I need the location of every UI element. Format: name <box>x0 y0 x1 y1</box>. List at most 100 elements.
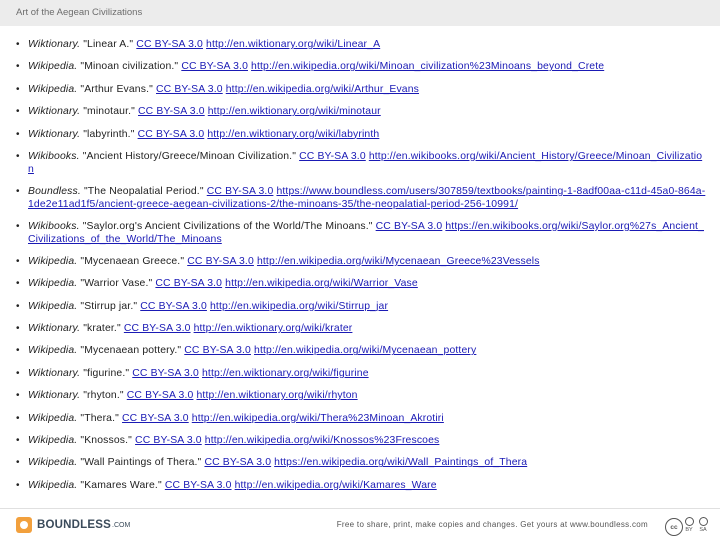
reference-item: Wikipedia. "Wall Paintings of Thera." CC… <box>14 457 706 470</box>
reference-url-link[interactable]: http://en.wikipedia.org/wiki/Thera%23Min… <box>192 413 444 424</box>
reference-source: Wikibooks. <box>28 150 80 162</box>
share-alike-icon: SA <box>698 517 708 533</box>
reference-item: Wikipedia. "Mycenaean Greece." CC BY-SA … <box>14 256 706 269</box>
reference-title: "Arthur Evans." <box>77 83 156 95</box>
reference-item: Wiktionary. "figurine." CC BY-SA 3.0 htt… <box>14 368 706 381</box>
slide-title: Art of the Aegean Civilizations <box>16 7 143 18</box>
reference-url-link[interactable]: https://en.wikipedia.org/wiki/Wall_Paint… <box>274 457 527 468</box>
reference-source: Wikipedia. <box>28 345 78 357</box>
reference-url-link[interactable]: http://en.wiktionary.org/wiki/figurine <box>202 368 369 379</box>
reference-url-link[interactable]: http://en.wiktionary.org/wiki/Linear_A <box>206 39 380 50</box>
attribution-icon: BY <box>684 517 694 533</box>
reference-url-link[interactable]: http://en.wikipedia.org/wiki/Mycenaean_G… <box>257 256 540 267</box>
license-link[interactable]: CC BY-SA 3.0 <box>155 278 222 289</box>
reference-url-link[interactable]: http://en.wiktionary.org/wiki/krater <box>194 323 353 334</box>
reference-url-link[interactable]: http://en.wikipedia.org/wiki/Kamares_War… <box>235 480 437 491</box>
reference-title: "rhyton." <box>80 390 127 402</box>
reference-source: Wikipedia. <box>28 61 78 73</box>
reference-url-link[interactable]: http://en.wikipedia.org/wiki/Minoan_civi… <box>251 61 604 72</box>
reference-url-link[interactable]: http://en.wikipedia.org/wiki/Arthur_Evan… <box>226 84 419 95</box>
license-link[interactable]: CC BY-SA 3.0 <box>132 368 199 379</box>
reference-title: "minotaur." <box>80 106 139 118</box>
reference-title: "Thera." <box>77 412 123 424</box>
creative-commons-icon[interactable]: cc <box>665 518 683 536</box>
license-link[interactable]: CC BY-SA 3.0 <box>124 323 191 334</box>
reference-source: Wiktionary. <box>28 128 81 140</box>
reference-source: Wikipedia. <box>28 255 78 267</box>
license-link[interactable]: CC BY-SA 3.0 <box>138 106 205 117</box>
license-link[interactable]: CC BY-SA 3.0 <box>135 435 202 446</box>
reference-title: "Ancient History/Greece/Minoan Civilizat… <box>79 150 300 162</box>
reference-item: Wikibooks. "Saylor.org's Ancient Civiliz… <box>14 221 706 246</box>
reference-item: Wiktionary. "Linear A." CC BY-SA 3.0 htt… <box>14 39 706 52</box>
logo-text: BOUNDLESS <box>37 519 112 531</box>
reference-url-link[interactable]: http://en.wikipedia.org/wiki/Stirrup_jar <box>210 301 388 312</box>
reference-title: "Kamares Ware." <box>77 479 165 491</box>
reference-source: Wikipedia. <box>28 479 78 491</box>
boundless-logo[interactable]: BOUNDLESS .COM <box>16 515 130 535</box>
reference-source: Wikipedia. <box>28 412 78 424</box>
by-label: BY <box>685 527 693 533</box>
license-link[interactable]: CC BY-SA 3.0 <box>127 390 194 401</box>
reference-item: Wikipedia. "Stirrup jar." CC BY-SA 3.0 h… <box>14 301 706 314</box>
footer: BOUNDLESS .COM Free to share, print, mak… <box>0 508 720 541</box>
reference-title: "Stirrup jar." <box>77 300 141 312</box>
reference-url-link[interactable]: http://en.wiktionary.org/wiki/labyrinth <box>207 129 379 140</box>
reference-url-link[interactable]: http://en.wikipedia.org/wiki/Knossos%23F… <box>205 435 440 446</box>
reference-item: Wikipedia. "Kamares Ware." CC BY-SA 3.0 … <box>14 480 706 493</box>
reference-list: Wiktionary. "Linear A." CC BY-SA 3.0 htt… <box>14 39 706 502</box>
reference-source: Wikipedia. <box>28 300 78 312</box>
attribution-circle-icon <box>684 517 694 526</box>
license-link[interactable]: CC BY-SA 3.0 <box>376 221 443 232</box>
reference-title: "Knossos." <box>77 435 136 447</box>
reference-source: Wiktionary. <box>28 323 81 335</box>
license-link[interactable]: CC BY-SA 3.0 <box>299 151 366 162</box>
sa-label: SA <box>699 527 707 533</box>
reference-source: Wiktionary. <box>28 39 81 50</box>
reference-source: Wiktionary. <box>28 106 81 118</box>
reference-url-link[interactable]: http://en.wikipedia.org/wiki/Mycenaean_p… <box>254 345 476 356</box>
license-link[interactable]: CC BY-SA 3.0 <box>140 301 207 312</box>
reference-item: Wiktionary. "labyrinth." CC BY-SA 3.0 ht… <box>14 129 706 142</box>
license-link[interactable]: CC BY-SA 3.0 <box>187 256 254 267</box>
share-alike-circle-icon <box>698 517 708 526</box>
license-link[interactable]: CC BY-SA 3.0 <box>156 84 223 95</box>
reference-item: Wiktionary. "rhyton." CC BY-SA 3.0 http:… <box>14 390 706 403</box>
reference-item: Wikipedia. "Minoan civilization." CC BY-… <box>14 61 706 74</box>
license-link[interactable]: CC BY-SA 3.0 <box>138 129 205 140</box>
reference-item: Boundless. "The Neopalatial Period." CC … <box>14 186 706 211</box>
reference-item: Wikipedia. "Knossos." CC BY-SA 3.0 http:… <box>14 435 706 448</box>
reference-source: Wikipedia. <box>28 457 78 469</box>
license-link[interactable]: CC BY-SA 3.0 <box>165 480 232 491</box>
reference-source: Wikipedia. <box>28 435 78 447</box>
reference-item: Wikipedia. "Warrior Vase." CC BY-SA 3.0 … <box>14 278 706 291</box>
reference-source: Wikipedia. <box>28 278 78 290</box>
reference-source: Wikibooks. <box>28 220 80 232</box>
reference-title: "figurine." <box>80 367 133 379</box>
license-link[interactable]: CC BY-SA 3.0 <box>122 413 189 424</box>
logo-suffix: .COM <box>112 521 131 529</box>
reference-item: Wiktionary. "krater." CC BY-SA 3.0 http:… <box>14 323 706 336</box>
reference-title: "Minoan civilization." <box>77 61 182 73</box>
boundless-logo-icon <box>16 517 32 533</box>
reference-item: Wikipedia. "Thera." CC BY-SA 3.0 http://… <box>14 413 706 426</box>
reference-title: "krater." <box>80 323 124 335</box>
reference-title: "labyrinth." <box>80 128 138 140</box>
reference-item: Wikibooks. "Ancient History/Greece/Minoa… <box>14 151 706 176</box>
reference-source: Wikipedia. <box>28 83 78 95</box>
slide-header: Art of the Aegean Civilizations <box>0 0 720 26</box>
license-link[interactable]: CC BY-SA 3.0 <box>184 345 251 356</box>
reference-title: "Mycenaean pottery." <box>77 345 185 357</box>
reference-url-link[interactable]: http://en.wikipedia.org/wiki/Warrior_Vas… <box>225 278 418 289</box>
reference-source: Wiktionary. <box>28 390 81 402</box>
reference-item: Wikipedia. "Mycenaean pottery." CC BY-SA… <box>14 345 706 358</box>
reference-source: Boundless. <box>28 185 81 197</box>
license-link[interactable]: CC BY-SA 3.0 <box>207 186 274 197</box>
license-link[interactable]: CC BY-SA 3.0 <box>136 39 203 50</box>
reference-title: "Mycenaean Greece." <box>77 255 188 267</box>
reference-url-link[interactable]: http://en.wiktionary.org/wiki/minotaur <box>208 106 381 117</box>
license-link[interactable]: CC BY-SA 3.0 <box>204 457 271 468</box>
license-link[interactable]: CC BY-SA 3.0 <box>181 61 248 72</box>
reference-title: "The Neopalatial Period." <box>80 185 207 197</box>
reference-url-link[interactable]: http://en.wiktionary.org/wiki/rhyton <box>196 390 357 401</box>
